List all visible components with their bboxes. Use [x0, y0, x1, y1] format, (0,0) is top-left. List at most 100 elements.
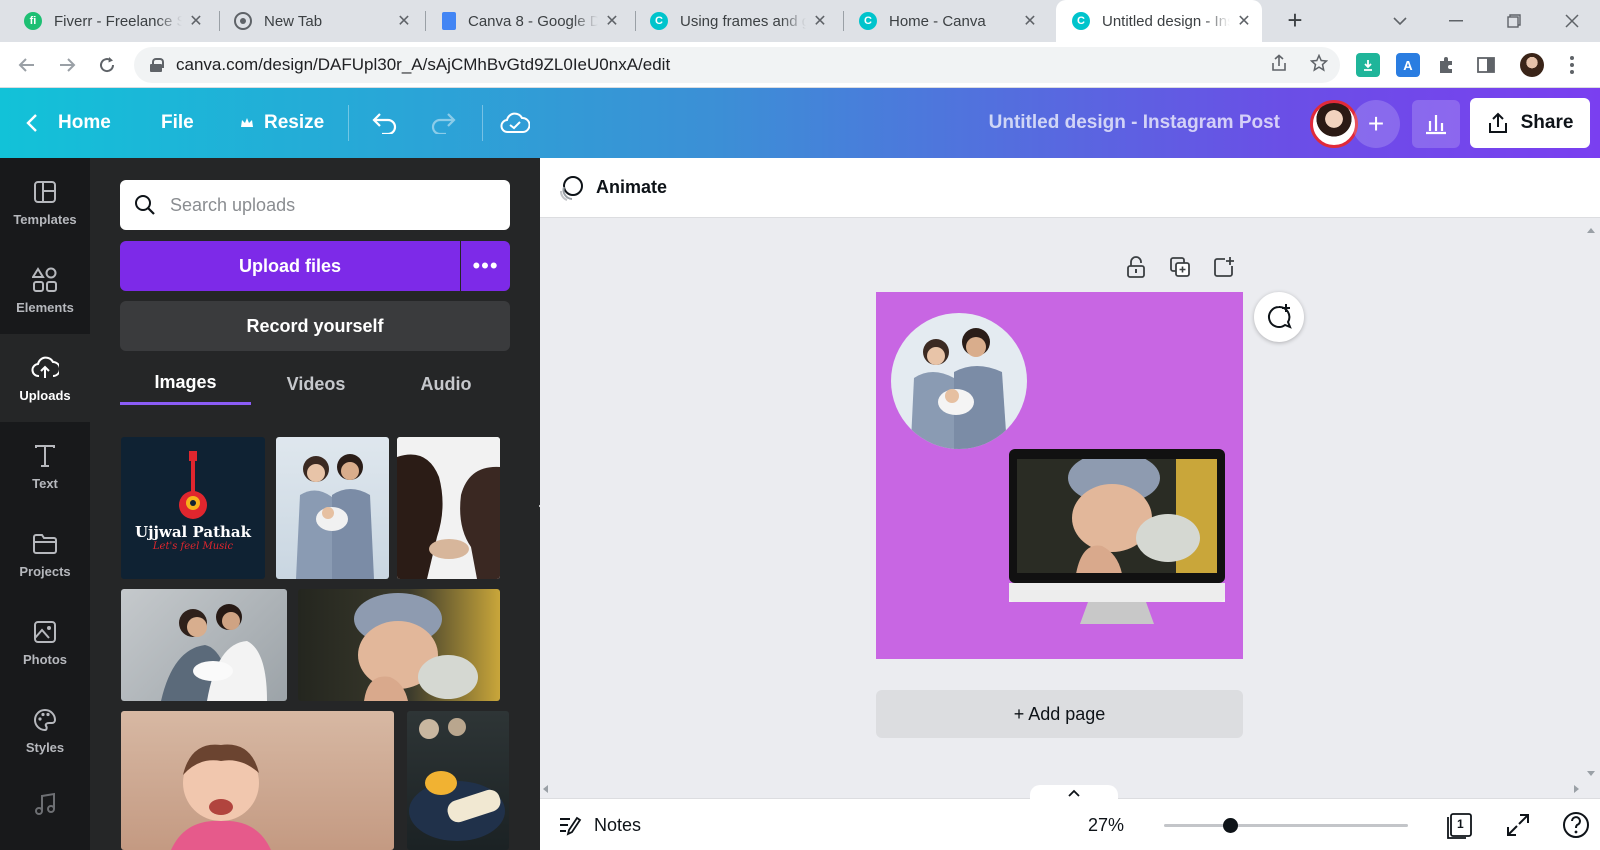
chevron-left-icon: [26, 114, 37, 132]
minimize-icon[interactable]: [1428, 0, 1484, 42]
lock-icon[interactable]: [150, 58, 164, 72]
page-count-button[interactable]: 1: [1446, 799, 1474, 850]
side-panel-icon[interactable]: [1474, 53, 1498, 77]
extensions-puzzle-icon[interactable]: [1434, 53, 1458, 77]
add-comment-button[interactable]: [1254, 292, 1304, 342]
upload-thumbnail-newborn[interactable]: [298, 589, 500, 701]
canva-icon: C: [859, 12, 877, 30]
reload-icon[interactable]: [92, 50, 122, 80]
tab-title: Fiverr - Freelance Services: [54, 12, 182, 30]
zoom-slider[interactable]: [1164, 818, 1408, 833]
upload-thumbnail-baby-smiling[interactable]: [121, 711, 394, 850]
insights-button[interactable]: [1412, 100, 1460, 148]
tab-title: Untitled design - Instagram Post: [1102, 12, 1230, 30]
help-icon: [1563, 812, 1589, 838]
browser-tab-google-docs[interactable]: Canva 8 - Google Docs ✕: [418, 0, 630, 42]
browser-tab-fiverr[interactable]: fi Fiverr - Freelance Services ✕: [0, 0, 214, 42]
chrome-icon: [234, 12, 252, 30]
newborn-image: [354, 593, 478, 701]
share-button[interactable]: Share: [1470, 98, 1590, 148]
search-icon: [135, 195, 155, 215]
upload-thumbnail-father-baby[interactable]: [121, 589, 287, 701]
user-avatar[interactable]: [1310, 100, 1358, 148]
smiling-baby-image: [171, 744, 271, 850]
lock-page-icon[interactable]: [1125, 256, 1147, 278]
sidebar-item-text[interactable]: Text: [0, 422, 90, 510]
add-page-icon[interactable]: [1213, 256, 1235, 278]
search-box[interactable]: [120, 180, 510, 230]
redo-icon: [431, 113, 456, 134]
help-button[interactable]: [1562, 799, 1590, 850]
browser-tab-untitled-design[interactable]: C Untitled design - Instagram Post ✕: [1056, 0, 1262, 42]
close-icon[interactable]: ✕: [396, 11, 412, 31]
text-extension-icon[interactable]: A: [1396, 53, 1420, 77]
undo-button[interactable]: [372, 88, 398, 158]
photos-icon: [31, 618, 59, 646]
upload-files-button[interactable]: Upload files: [120, 241, 460, 291]
resize-button[interactable]: Resize: [240, 88, 324, 158]
upload-thumbnail-parents-photo[interactable]: [397, 437, 500, 579]
father-baby-image: [161, 604, 267, 701]
forward-icon[interactable]: [52, 50, 82, 80]
design-page[interactable]: [876, 292, 1243, 659]
browser-tab-canva-home[interactable]: C Home - Canva ✕: [835, 0, 1048, 42]
notes-label: Notes: [594, 814, 642, 835]
animate-label: Animate: [596, 177, 668, 197]
tab-images[interactable]: Images: [120, 363, 251, 405]
close-icon[interactable]: ✕: [1022, 11, 1038, 31]
fullscreen-button[interactable]: [1506, 799, 1530, 850]
design-title[interactable]: Untitled design - Instagram Post: [900, 88, 1280, 158]
tab-videos[interactable]: Videos: [251, 363, 381, 405]
new-tab-button[interactable]: +: [1280, 6, 1310, 36]
close-icon[interactable]: ✕: [188, 11, 204, 31]
cloud-save-button[interactable]: [500, 88, 530, 158]
add-collaborator-button[interactable]: +: [1352, 100, 1400, 148]
zoom-slider-handle[interactable]: [1222, 818, 1238, 833]
address-bar[interactable]: canva.com/design/DAFUpl30r_A/sAjCMhBvGtd…: [134, 47, 1340, 83]
upload-thumbnail-family-photo[interactable]: [276, 437, 389, 579]
close-icon[interactable]: ✕: [604, 11, 620, 31]
upload-more-options-button[interactable]: •••: [461, 241, 510, 291]
bookmark-star-icon[interactable]: [1309, 53, 1329, 77]
sidebar-item-label: Photos: [22, 651, 68, 667]
sidebar-item-uploads[interactable]: Uploads: [0, 334, 90, 422]
tab-search-icon[interactable]: [1372, 0, 1428, 42]
redo-button[interactable]: [430, 88, 456, 158]
notes-button[interactable]: Notes: [558, 799, 641, 850]
upload-thumbnail-food[interactable]: [407, 711, 509, 850]
sidebar-item-audio[interactable]: [0, 774, 90, 850]
sidebar-item-templates[interactable]: Templates: [0, 158, 90, 246]
sidebar-item-projects[interactable]: Projects: [0, 510, 90, 598]
undo-icon: [372, 113, 397, 134]
sidebar-item-photos[interactable]: Photos: [0, 598, 90, 686]
back-icon[interactable]: [12, 50, 42, 80]
resize-label: Resize: [264, 112, 325, 133]
editor-footer: Notes 27% 1: [540, 785, 1600, 850]
duplicate-page-icon[interactable]: [1169, 256, 1191, 278]
restore-icon[interactable]: [1486, 0, 1542, 42]
browser-tab-new-tab[interactable]: New Tab ✕: [210, 0, 422, 42]
chevron-up-icon: [1068, 789, 1080, 797]
browser-menu-icon[interactable]: [1560, 53, 1584, 77]
close-icon[interactable]: ✕: [812, 11, 828, 31]
file-menu-button[interactable]: File: [161, 88, 194, 158]
record-yourself-button[interactable]: Record yourself: [120, 301, 510, 351]
zoom-value[interactable]: 27%: [1088, 799, 1124, 850]
animate-button[interactable]: Animate: [558, 175, 667, 201]
search-input[interactable]: [170, 194, 490, 216]
share-page-icon[interactable]: [1270, 53, 1288, 77]
vertical-scrollbar[interactable]: [1582, 222, 1600, 782]
add-page-button[interactable]: + Add page: [876, 690, 1243, 738]
sidebar-item-elements[interactable]: Elements: [0, 246, 90, 334]
profile-avatar-icon[interactable]: [1520, 53, 1544, 77]
browser-tab-canva-frames[interactable]: C Using frames and grids ✕: [626, 0, 838, 42]
close-window-icon[interactable]: [1544, 0, 1600, 42]
download-extension-icon[interactable]: [1356, 53, 1380, 77]
sidebar-item-styles[interactable]: Styles: [0, 686, 90, 774]
page-count-label: 1: [1457, 817, 1464, 831]
upload-thumbnail-logo[interactable]: Ujjwal Pathak Let's feel Music: [121, 437, 265, 579]
canva-icon: C: [650, 12, 668, 30]
tab-audio[interactable]: Audio: [381, 363, 511, 405]
close-icon[interactable]: ✕: [1236, 11, 1252, 31]
home-button[interactable]: Home: [26, 88, 111, 158]
